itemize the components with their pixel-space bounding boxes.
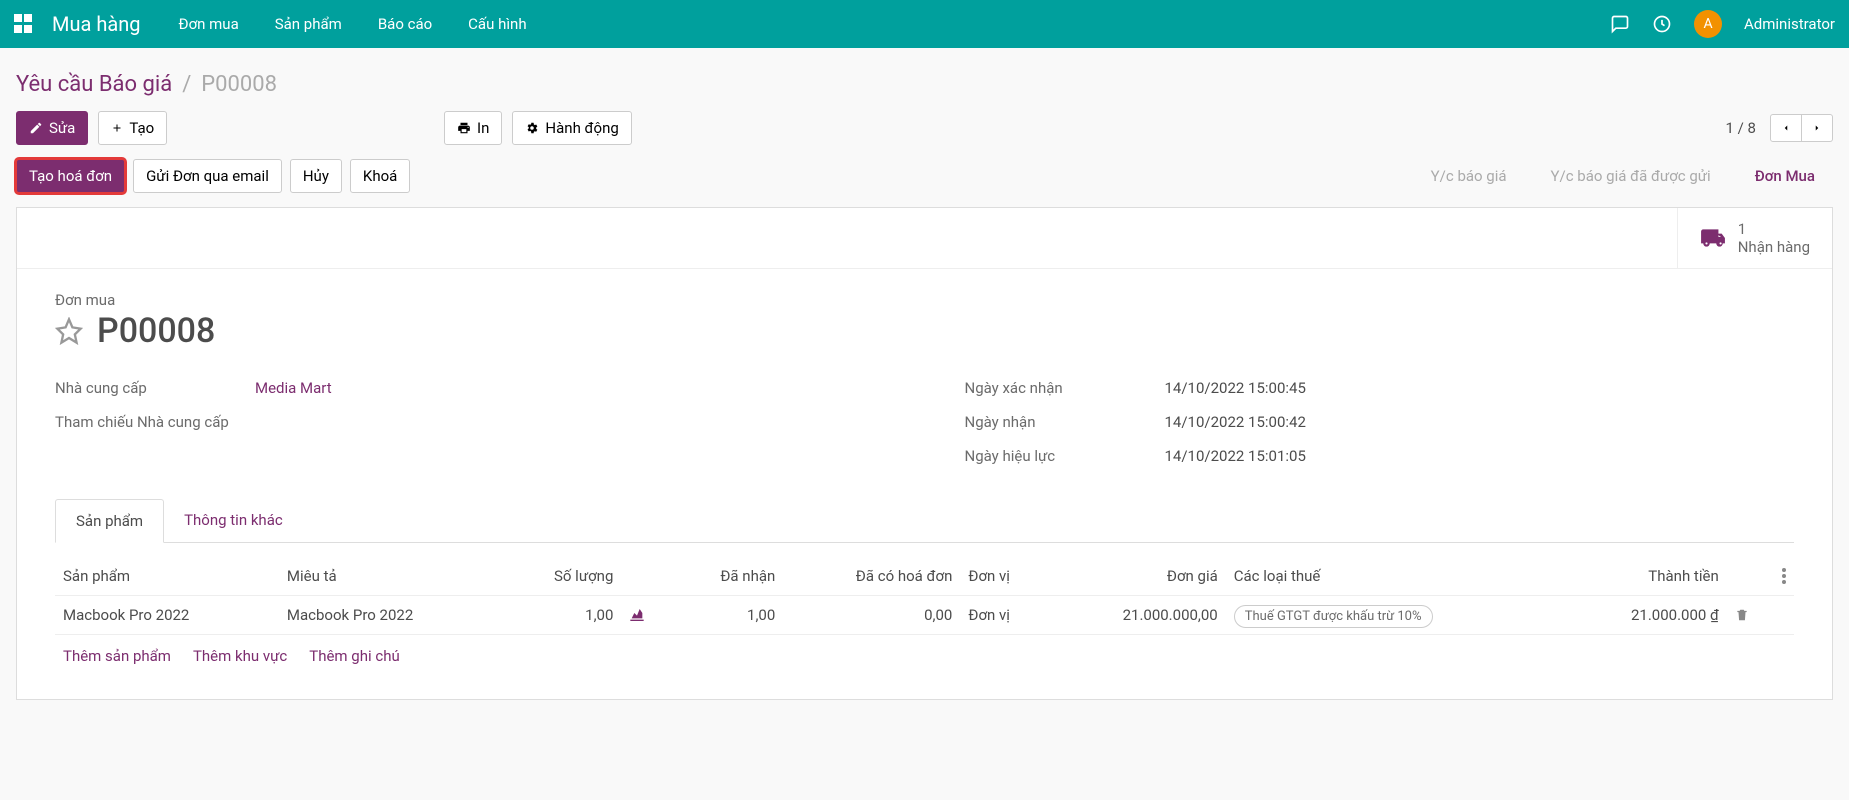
cell-uom: Đơn vị: [960, 596, 1051, 635]
star-icon[interactable]: [55, 317, 83, 345]
cell-tax: Thuế GTGT được khấu trừ 10%: [1226, 596, 1564, 635]
edit-button[interactable]: Sửa: [16, 111, 88, 145]
add-section-link[interactable]: Thêm khu vực: [193, 647, 287, 665]
breadcrumb-current: P00008: [201, 72, 277, 97]
lock-button[interactable]: Khoá: [350, 159, 410, 193]
create-button[interactable]: Tạo: [98, 111, 167, 145]
cell-billed: 0,00: [783, 596, 960, 635]
tab-products[interactable]: Sản phẩm: [55, 499, 164, 543]
th-graph: [621, 557, 671, 596]
record-name: P00008: [97, 311, 215, 351]
stat-count: 1: [1738, 220, 1810, 238]
avatar[interactable]: A: [1694, 10, 1722, 38]
table-row[interactable]: Macbook Pro 2022 Macbook Pro 2022 1,00 1…: [55, 596, 1794, 635]
th-billed: Đã có hoá đơn: [783, 557, 960, 596]
field-confirm-value: 14/10/2022 15:00:45: [1165, 379, 1306, 397]
printer-icon: [457, 121, 471, 135]
trash-icon: [1735, 608, 1749, 622]
kebab-icon: [1782, 568, 1786, 584]
breadcrumb-parent[interactable]: Yêu cầu Báo giá: [16, 72, 172, 97]
breadcrumb: Yêu cầu Báo giá / P00008: [16, 72, 1833, 97]
field-effective-label: Ngày hiệu lực: [965, 447, 1165, 465]
field-vendorref-label: Tham chiếu Nhà cung cấp: [55, 413, 255, 431]
field-confirm-label: Ngày xác nhận: [965, 379, 1165, 397]
create-bill-button[interactable]: Tạo hoá đơn: [16, 159, 125, 193]
top-menu: Đơn mua Sản phẩm Báo cáo Cấu hình: [179, 15, 527, 33]
tab-other[interactable]: Thông tin khác: [164, 499, 303, 542]
cell-qty: 1,00: [503, 596, 622, 635]
field-effective-value: 14/10/2022 15:01:05: [1165, 447, 1306, 465]
send-email-button[interactable]: Gửi Đơn qua email: [133, 159, 282, 193]
th-tax: Các loại thuế: [1226, 557, 1564, 596]
th-trash: [1727, 557, 1774, 596]
cell-forecast[interactable]: [621, 596, 671, 635]
menu-products[interactable]: Sản phẩm: [275, 15, 342, 33]
pager-next[interactable]: [1802, 114, 1833, 142]
th-total: Thành tiền: [1564, 557, 1727, 596]
chat-icon[interactable]: [1610, 14, 1630, 34]
cell-delete[interactable]: [1727, 596, 1774, 635]
plus-icon: [111, 122, 123, 134]
cell-desc: Macbook Pro 2022: [279, 596, 503, 635]
field-receipt-value: 14/10/2022 15:00:42: [1165, 413, 1306, 431]
action-button[interactable]: Hành động: [512, 111, 631, 145]
field-vendor-label: Nhà cung cấp: [55, 379, 255, 397]
th-kebab[interactable]: [1774, 557, 1794, 596]
th-desc: Miêu tả: [279, 557, 503, 596]
area-chart-icon: [629, 609, 645, 621]
cell-product: Macbook Pro 2022: [55, 596, 279, 635]
truck-icon: [1700, 225, 1726, 251]
chevron-left-icon: [1781, 121, 1791, 135]
stat-label: Nhận hàng: [1738, 238, 1810, 256]
tabs: Sản phẩm Thông tin khác: [55, 499, 1794, 543]
chevron-right-icon: [1812, 121, 1822, 135]
th-qty: Số lượng: [503, 557, 622, 596]
th-price: Đơn giá: [1051, 557, 1226, 596]
topbar: Mua hàng Đơn mua Sản phẩm Báo cáo Cấu hì…: [0, 0, 1849, 48]
pencil-icon: [29, 121, 43, 135]
status-po[interactable]: Đơn Mua: [1729, 159, 1833, 193]
cell-total: 21.000.000 ₫: [1564, 596, 1727, 635]
pager-text[interactable]: 1 / 8: [1725, 119, 1756, 137]
stat-receipts[interactable]: 1 Nhận hàng: [1677, 208, 1832, 268]
cell-price: 21.000.000,00: [1051, 596, 1226, 635]
status-rfq-sent[interactable]: Y/c báo giá đã được gửi: [1525, 159, 1729, 193]
th-received: Đã nhận: [672, 557, 784, 596]
gear-icon: [525, 121, 539, 135]
order-lines-table: Sản phẩm Miêu tả Số lượng Đã nhận Đã có …: [55, 557, 1794, 635]
breadcrumb-sep: /: [182, 72, 191, 97]
status-rfq[interactable]: Y/c báo giá: [1405, 159, 1525, 193]
apps-icon[interactable]: [14, 14, 34, 34]
menu-orders[interactable]: Đơn mua: [179, 15, 239, 33]
app-name[interactable]: Mua hàng: [52, 12, 141, 36]
tax-tag: Thuế GTGT được khấu trừ 10%: [1234, 605, 1433, 628]
cancel-button[interactable]: Hủy: [290, 159, 342, 193]
user-name[interactable]: Administrator: [1744, 15, 1835, 33]
print-button[interactable]: In: [444, 111, 502, 145]
status-bar: Y/c báo giá Y/c báo giá đã được gửi Đơn …: [1405, 159, 1833, 193]
cell-received: 1,00: [672, 596, 784, 635]
field-vendor-value[interactable]: Media Mart: [255, 379, 332, 397]
add-note-link[interactable]: Thêm ghi chú: [309, 647, 399, 665]
add-product-link[interactable]: Thêm sản phẩm: [63, 647, 171, 665]
menu-reports[interactable]: Báo cáo: [378, 15, 432, 33]
th-product: Sản phẩm: [55, 557, 279, 596]
th-uom: Đơn vị: [960, 557, 1051, 596]
form-sheet: 1 Nhận hàng Đơn mua P00008 Nhà cung cấpM…: [16, 207, 1833, 700]
title-label: Đơn mua: [55, 291, 1794, 309]
clock-icon[interactable]: [1652, 14, 1672, 34]
menu-config[interactable]: Cấu hình: [468, 15, 526, 33]
field-receipt-label: Ngày nhận: [965, 413, 1165, 431]
add-links: Thêm sản phẩm Thêm khu vực Thêm ghi chú: [55, 635, 1794, 677]
pager-prev[interactable]: [1770, 114, 1802, 142]
